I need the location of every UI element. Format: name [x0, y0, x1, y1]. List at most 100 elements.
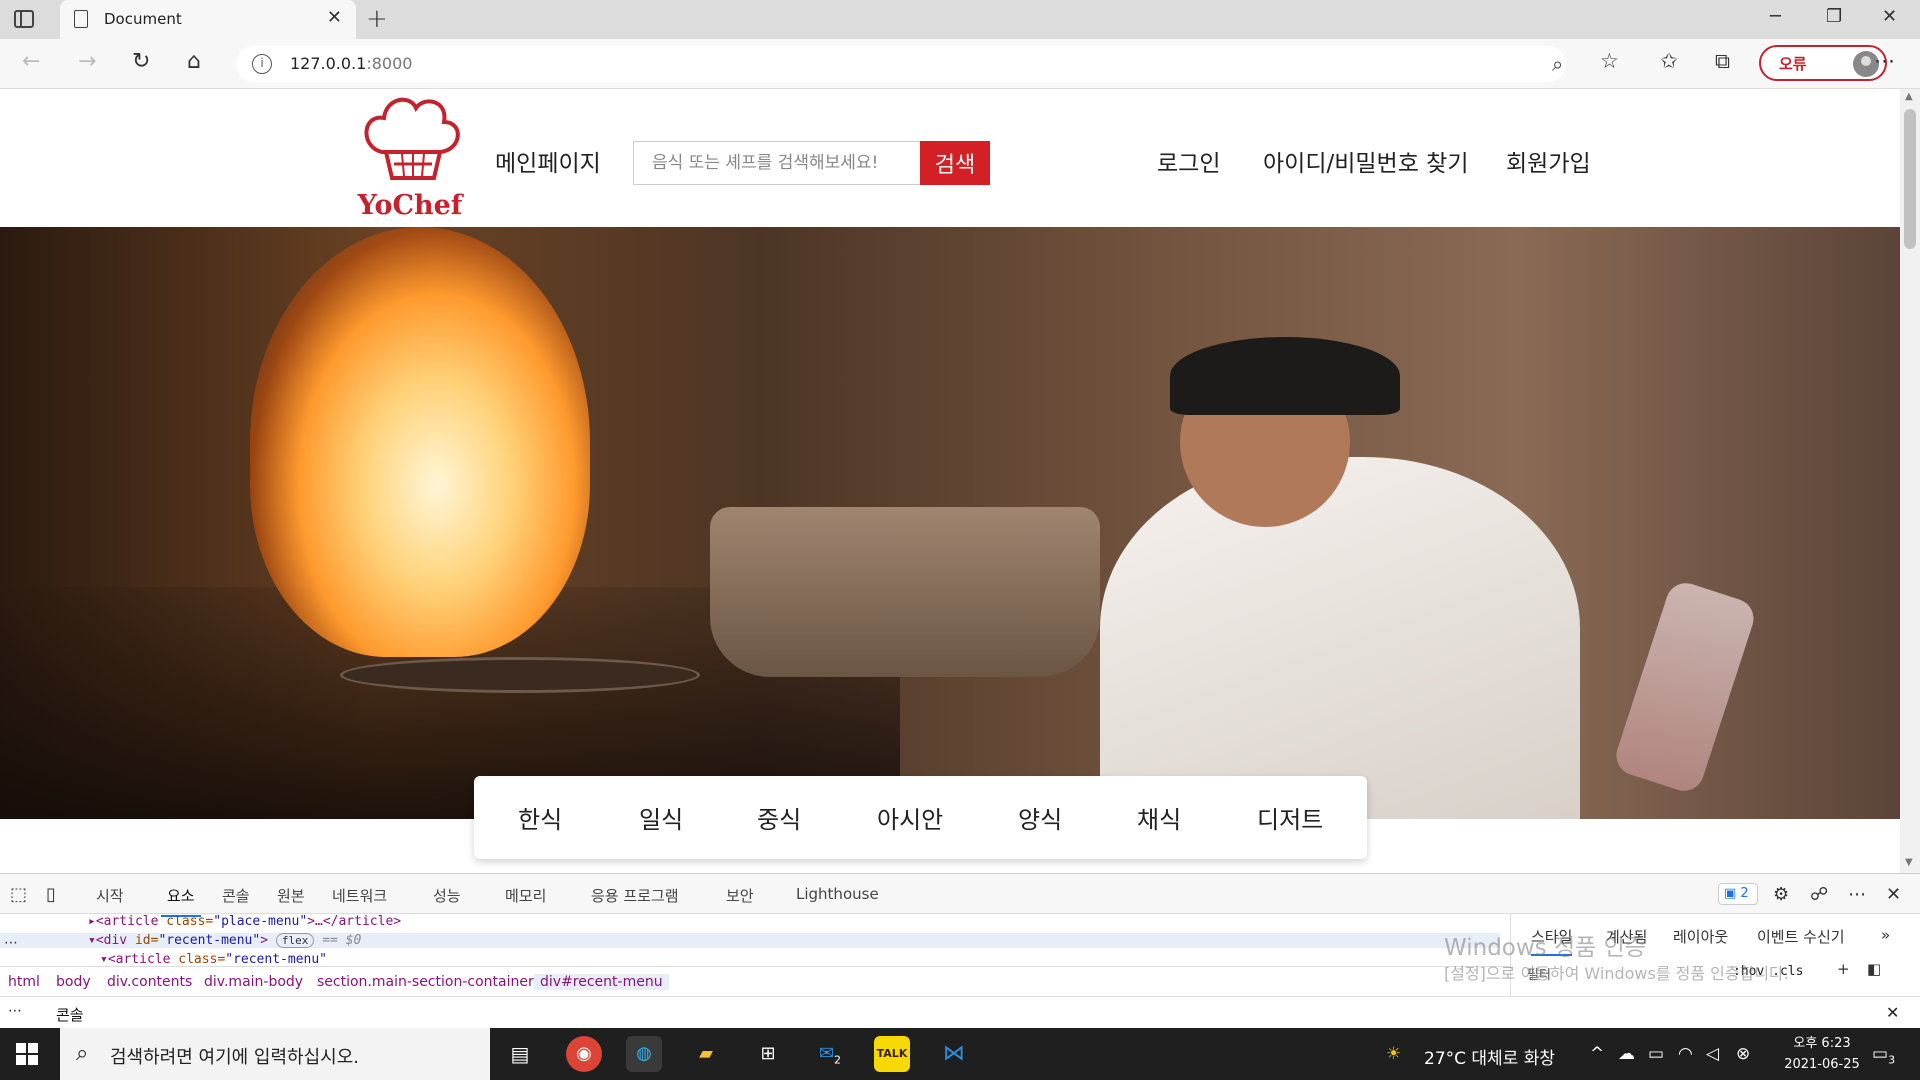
zoom-icon[interactable]: ⌕: [1552, 52, 1563, 76]
file-explorer-icon[interactable]: ▰: [688, 1036, 724, 1072]
home-icon[interactable]: ⌂: [187, 49, 201, 74]
address-toolbar: ← → ↻ ⌂ i 127.0.0.1:8000 ⌕ ☆ ✩ ⧉ 오류 ⋯: [0, 39, 1920, 89]
collections-icon[interactable]: ⧉: [1715, 49, 1730, 74]
clock-date: 2021-06-25: [1784, 1057, 1860, 1072]
search-icon: ⌕: [76, 1041, 89, 1066]
devtools-tab-console[interactable]: 콘솔: [222, 885, 250, 906]
minimize-icon[interactable]: ─: [1770, 6, 1781, 27]
notification-icon[interactable]: ▭3: [1872, 1044, 1895, 1066]
site-logo[interactable]: YoChef: [352, 92, 472, 222]
category-asian[interactable]: 아시안: [877, 800, 943, 835]
crumb-div-main-body[interactable]: div.main-body: [204, 974, 303, 990]
mute-icon[interactable]: ⊗: [1736, 1044, 1750, 1064]
new-tab-icon[interactable]: +: [366, 4, 388, 34]
devtools-tab-lighthouse[interactable]: Lighthouse: [796, 885, 879, 903]
drawer-more-icon[interactable]: ⋯: [8, 1003, 22, 1019]
login-link[interactable]: 로그인: [1157, 144, 1220, 178]
category-chinese[interactable]: 중식: [757, 800, 801, 835]
dom-node-recent-article[interactable]: ▾<article class="recent-menu": [100, 952, 327, 966]
signup-link[interactable]: 회원가입: [1506, 144, 1591, 178]
devtools-tab-elements[interactable]: 요소: [161, 885, 201, 917]
crumb-section[interactable]: section.main-section-container: [317, 974, 534, 990]
inspect-element-icon[interactable]: ⬚: [10, 884, 27, 905]
nav-main-page[interactable]: 메인페이지: [495, 144, 601, 178]
taskbar-search[interactable]: ⌕ 검색하려면 여기에 입력하십시오.: [60, 1028, 490, 1080]
dom-node-recent-menu[interactable]: ▾<div id="recent-menu"> flex == $0: [0, 933, 1500, 948]
more-icon[interactable]: ⋯: [1874, 49, 1895, 73]
dom-tree: ▸<article class="place-menu">…</article>…: [0, 914, 1500, 966]
close-drawer-icon[interactable]: ✕: [1886, 1003, 1899, 1022]
add-favorite-icon[interactable]: ☆: [1600, 49, 1619, 73]
volume-icon[interactable]: ◁: [1706, 1044, 1719, 1064]
page-scrollbar[interactable]: ▲ ▼: [1900, 89, 1920, 873]
devtools-tab-security[interactable]: 보안: [726, 885, 754, 906]
forward-icon[interactable]: →: [78, 49, 96, 74]
event-listeners-tab[interactable]: 이벤트 수신기: [1757, 926, 1845, 947]
task-view-icon[interactable]: ▤: [502, 1036, 538, 1072]
flex-badge[interactable]: flex: [275, 933, 315, 948]
site-info-icon[interactable]: i: [252, 54, 272, 74]
devtools-tab-sources[interactable]: 원본: [277, 885, 305, 906]
chrome-icon[interactable]: ◉: [566, 1036, 602, 1072]
drawer-console-tab[interactable]: 콘솔: [52, 1004, 88, 1032]
devtools-tab-network[interactable]: 네트워크: [332, 885, 387, 906]
devtools-tab-performance[interactable]: 성능: [433, 885, 461, 906]
back-icon[interactable]: ←: [22, 49, 40, 74]
search-input[interactable]: [633, 141, 921, 185]
close-window-icon[interactable]: ✕: [1882, 6, 1897, 27]
category-japanese[interactable]: 일식: [639, 800, 683, 835]
chef-hat-icon: [364, 97, 460, 180]
browser-tab[interactable]: Document ✕: [60, 0, 356, 39]
devtools-more-icon[interactable]: ⋯: [1848, 884, 1866, 905]
favorites-icon[interactable]: ✩: [1660, 49, 1678, 73]
windows-start-icon[interactable]: [16, 1043, 38, 1065]
crumb-recent-menu[interactable]: div#recent-menu: [534, 974, 669, 990]
find-account-link[interactable]: 아이디/비밀번호 찾기: [1263, 144, 1469, 178]
issues-badge[interactable]: ▣ 2: [1718, 883, 1758, 905]
crumb-html[interactable]: html: [8, 974, 40, 990]
toggle-sidebar-icon[interactable]: ◧: [1867, 960, 1881, 978]
profile-error-label: 오류: [1779, 55, 1807, 73]
vscode-icon[interactable]: ⋈: [936, 1036, 972, 1072]
refresh-icon[interactable]: ↻: [132, 49, 150, 74]
devtools-tab-memory[interactable]: 메모리: [505, 885, 546, 906]
more-tabs-icon[interactable]: »: [1881, 926, 1890, 944]
profile-button[interactable]: 오류: [1759, 45, 1887, 81]
category-dessert[interactable]: 디저트: [1257, 800, 1323, 835]
windows-activation-title: Windows 정품 인증: [1444, 935, 1646, 961]
edge-icon[interactable]: ◍: [626, 1036, 662, 1072]
feedback-icon[interactable]: ☍: [1810, 884, 1828, 905]
close-tab-icon[interactable]: ✕: [327, 7, 342, 28]
restore-icon[interactable]: ❐: [1826, 6, 1842, 27]
crumb-body[interactable]: body: [56, 974, 91, 990]
store-icon[interactable]: ⊞: [750, 1036, 786, 1072]
windows-taskbar: ⌕ 검색하려면 여기에 입력하십시오. ▤ ◉ ◍ ▰ ⊞ ✉2 TALK ⋈ …: [0, 1028, 1920, 1080]
wifi-icon[interactable]: ◠: [1678, 1044, 1693, 1064]
dom-node-place-menu[interactable]: ▸<article class="place-menu">…</article>: [88, 914, 401, 929]
device-toolbar-icon[interactable]: ▯: [46, 884, 56, 905]
address-bar[interactable]: i 127.0.0.1:8000 ⌕: [236, 46, 1566, 82]
category-western[interactable]: 양식: [1018, 800, 1062, 835]
new-rule-icon[interactable]: +: [1837, 960, 1850, 978]
weather-text[interactable]: 27°C 대체로 화창: [1424, 1044, 1555, 1069]
weather-icon[interactable]: ☀: [1386, 1044, 1401, 1064]
kakaotalk-icon[interactable]: TALK: [874, 1036, 910, 1072]
breadcrumb: html body div.contents div.main-body sec…: [0, 966, 1510, 996]
devtools-tab-application[interactable]: 응용 프로그램: [591, 885, 679, 906]
scrollbar-thumb[interactable]: [1904, 109, 1916, 249]
mail-icon[interactable]: ✉2: [812, 1036, 848, 1072]
tray-chevron-icon[interactable]: ^: [1590, 1044, 1604, 1064]
clock[interactable]: 오후 6:23 2021-06-25: [1772, 1033, 1872, 1075]
onedrive-icon[interactable]: ☁: [1618, 1044, 1635, 1064]
search-button[interactable]: 검색: [920, 141, 990, 185]
battery-icon[interactable]: ▭: [1648, 1044, 1664, 1064]
category-korean[interactable]: 한식: [518, 800, 562, 835]
tab-actions-icon[interactable]: [14, 10, 34, 28]
dom-more-icon[interactable]: ⋯: [4, 935, 18, 951]
category-vegetarian[interactable]: 채식: [1137, 800, 1181, 835]
layout-tab[interactable]: 레이아웃: [1673, 926, 1728, 947]
crumb-div-contents[interactable]: div.contents: [107, 974, 192, 990]
close-devtools-icon[interactable]: ✕: [1886, 884, 1901, 905]
devtools-tab-welcome[interactable]: 시작: [96, 885, 124, 906]
settings-gear-icon[interactable]: ⚙: [1773, 884, 1789, 905]
